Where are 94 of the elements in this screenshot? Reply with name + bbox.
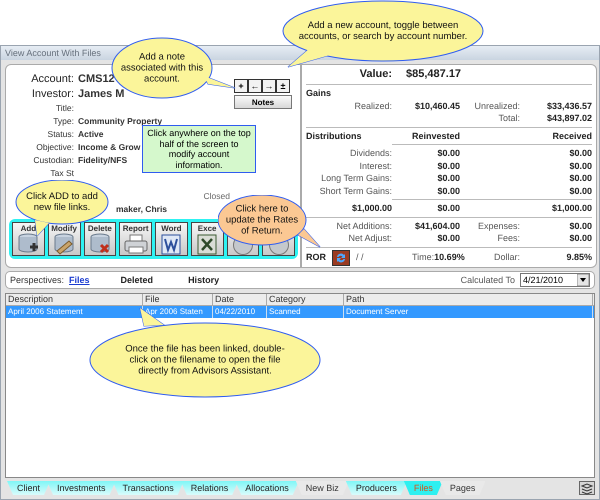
toolbar-button[interactable]: Exce (190, 222, 224, 256)
perspectives-label: Perspectives: (10, 274, 64, 284)
summary-label: Realized: (353, 100, 392, 112)
account-nav-button[interactable]: + (234, 79, 248, 93)
field-label: Account: (30, 73, 74, 85)
refresh-icon (335, 252, 347, 264)
tab[interactable]: Investments (47, 481, 116, 495)
summary-value: $0.00 (436, 184, 460, 197)
summary-value: $0.00 (436, 172, 460, 184)
date-dropdown[interactable]: 4/21/2010 (520, 272, 590, 286)
toolbar-button[interactable]: Modify (48, 222, 80, 256)
toolbar-button[interactable]: Add (12, 222, 45, 256)
column-header: Received (551, 130, 592, 142)
section-title: Distributions (306, 130, 362, 142)
perspective-link[interactable]: History (188, 274, 220, 284)
field-label: Tax St (49, 168, 74, 178)
summary-value: $0.00 (568, 232, 592, 244)
field-value: Active (78, 129, 104, 139)
summary-value: $0.00 (568, 220, 592, 232)
ror-label: ROR (306, 251, 326, 264)
field-value: CMS12 (78, 73, 115, 85)
callout-tooltip: Click anywhere on the top half of the screen to modify account information. (142, 125, 256, 173)
summary-value: 9.85% (565, 251, 592, 264)
summary-value: $43,897.02 (546, 112, 592, 124)
tab[interactable]: Producers (346, 481, 407, 495)
summary-label: Long Term Gains: (320, 172, 392, 184)
account-nav-button[interactable]: → (262, 79, 276, 93)
summary-label: Dividends: (348, 147, 392, 160)
account-nav-button[interactable]: ± (276, 79, 290, 93)
summary-label: Fees: (496, 232, 520, 244)
column-header[interactable]: Path (344, 294, 593, 304)
summary-label: Short Term Gains: (318, 184, 392, 197)
field-label: Closed (204, 191, 230, 201)
summary-value: $0.00 (568, 184, 592, 197)
field-value: Community Property (78, 116, 162, 126)
calculated-label: Calculated To (460, 274, 515, 284)
notes-button[interactable]: Notes (234, 95, 292, 109)
summary-value: $0.00 (568, 172, 592, 184)
summary-value: $41,604.00 (414, 220, 460, 232)
summary-value: $0.00 (436, 160, 460, 172)
summary-value: 10.69% (434, 251, 465, 264)
summary-value: $33,436.57 (546, 100, 592, 112)
summary-label: Time: (412, 251, 434, 264)
column-header[interactable]: File (143, 294, 213, 304)
refresh-button[interactable] (332, 250, 350, 266)
column-header[interactable]: Date (213, 294, 267, 304)
field-value: Fidelity/NFS (78, 155, 128, 165)
field-label: Custodian: (32, 155, 74, 165)
summary-value: $0.00 (568, 147, 592, 160)
toolbar-button[interactable]: Report (119, 222, 152, 256)
column-header: Reinvested (410, 130, 460, 142)
perspective-link[interactable]: Files (69, 274, 90, 284)
summary-label: Total: (497, 112, 520, 124)
toolbar-button[interactable]: Delete (84, 222, 116, 256)
field-label: Title: (54, 103, 74, 113)
summary-value: $10,460.45 (414, 100, 460, 112)
summary-label: Expenses: (476, 220, 520, 232)
summary-value: $0.00 (436, 202, 460, 214)
column-header[interactable]: Category (267, 294, 344, 304)
field-value: James M (78, 88, 124, 100)
summary-value: $0.00 (436, 232, 460, 244)
summary-value: $0.00 (568, 160, 592, 172)
toolbar-button[interactable]: Word (155, 222, 188, 256)
dropdown-arrow-icon (577, 274, 589, 286)
perspective-link[interactable]: Deleted (120, 274, 154, 284)
summary-label: Unrealized: (473, 100, 520, 112)
tab[interactable]: Client (7, 481, 50, 495)
column-header[interactable]: Description (6, 294, 143, 304)
tab[interactable]: Transactions (112, 481, 184, 495)
tab[interactable]: New Biz (296, 481, 349, 495)
summary-label: Net Additions: (335, 220, 392, 232)
summary-label: Interest: (358, 160, 392, 172)
tab[interactable]: Allocations (235, 481, 299, 495)
field-label: Type: (52, 116, 74, 126)
summary-value: $1,000.00 (350, 202, 392, 214)
field-value: maker, Chris (116, 204, 168, 214)
tab[interactable]: Pages (440, 481, 486, 495)
account-nav-button[interactable]: ← (248, 79, 262, 93)
field-value: Income & Grow (78, 142, 140, 152)
ror-date: / / (356, 251, 364, 264)
value-label: Value: (358, 67, 392, 82)
field-label: Objective: (35, 142, 74, 152)
field-label: Status: (46, 129, 74, 139)
summary-label: Net Adjust: (347, 232, 392, 244)
printer-icon (122, 233, 149, 255)
tab[interactable]: Relations (180, 481, 238, 495)
summary-value: $1,000.00 (550, 202, 592, 214)
window-title: View Account With Files (5, 48, 101, 58)
summary-value: $0.00 (436, 147, 460, 160)
field-label: Investor: (30, 88, 74, 100)
section-title: Gains (306, 87, 332, 100)
account-value: $85,487.17 (405, 67, 460, 82)
summary-panel[interactable] (301, 64, 597, 268)
layers-icon[interactable] (579, 481, 595, 495)
